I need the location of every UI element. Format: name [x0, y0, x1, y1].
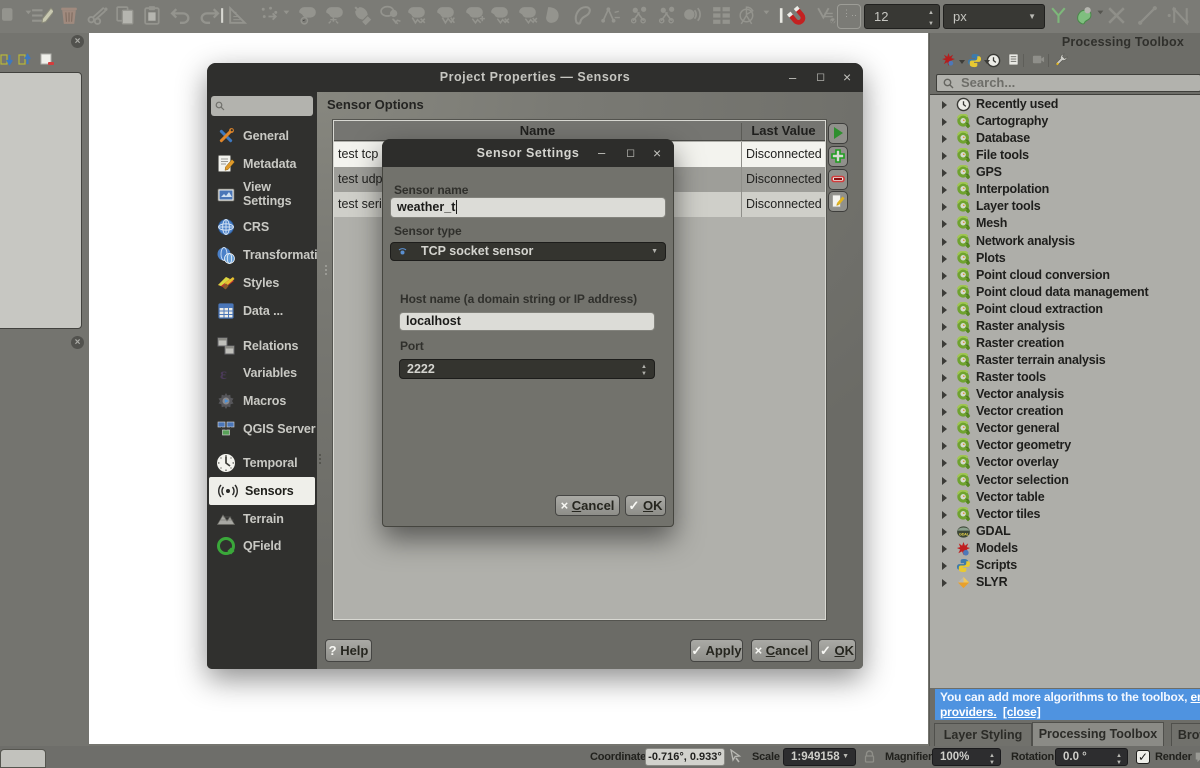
svg-text:GDAL: GDAL	[959, 533, 970, 537]
svg-text:ε: ε	[220, 366, 227, 383]
